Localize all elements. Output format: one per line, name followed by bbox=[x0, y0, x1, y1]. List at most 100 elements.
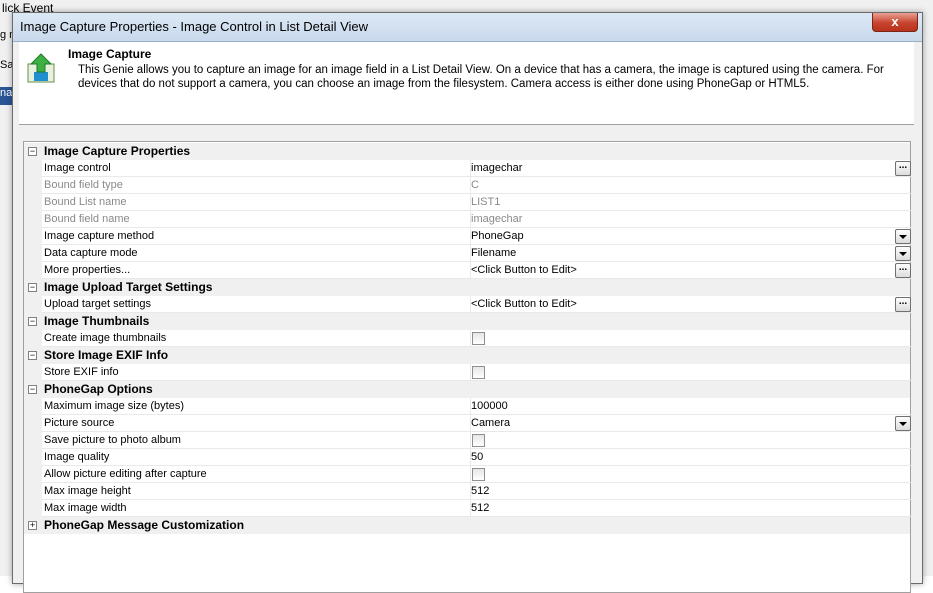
genie-upload-icon bbox=[27, 53, 55, 83]
property-row[interactable]: Max image height 512 bbox=[24, 483, 912, 500]
genie-header-panel: Image Capture This Genie allows you to c… bbox=[19, 42, 914, 125]
property-name: More properties... bbox=[42, 262, 471, 279]
genie-description: This Genie allows you to capture an imag… bbox=[78, 64, 884, 90]
dialog-titlebar[interactable]: Image Capture Properties - Image Control… bbox=[13, 13, 922, 42]
property-row-margin bbox=[24, 466, 42, 483]
property-name: Upload target settings bbox=[42, 296, 471, 313]
property-category[interactable]: − Image Thumbnails bbox=[24, 313, 910, 330]
property-name: Max image height bbox=[42, 483, 471, 500]
chevron-down-icon bbox=[899, 235, 907, 239]
property-checkbox[interactable] bbox=[472, 468, 485, 481]
property-value-text: 512 bbox=[471, 485, 490, 497]
collapse-toggle-icon[interactable]: − bbox=[28, 147, 37, 156]
property-value-text: imagechar bbox=[471, 213, 523, 225]
collapse-toggle-icon[interactable]: − bbox=[28, 317, 37, 326]
property-name: Allow picture editing after capture bbox=[42, 466, 471, 483]
property-value-text: <Click Button to Edit> bbox=[471, 264, 577, 276]
category-label: Store Image EXIF Info bbox=[44, 348, 169, 362]
property-category[interactable]: − Store Image EXIF Info bbox=[24, 347, 910, 364]
property-row-margin bbox=[24, 364, 42, 381]
property-value-text: 100000 bbox=[471, 400, 508, 412]
property-name: Data capture mode bbox=[42, 245, 471, 262]
expand-toggle-icon[interactable]: + bbox=[28, 521, 37, 530]
collapse-toggle-icon[interactable]: − bbox=[28, 283, 37, 292]
dropdown-arrow-button[interactable] bbox=[895, 229, 911, 244]
category-label: Image Upload Target Settings bbox=[44, 280, 213, 294]
property-value: imagechar bbox=[469, 211, 912, 228]
property-name: Maximum image size (bytes) bbox=[42, 398, 471, 415]
property-name: Image control bbox=[42, 160, 471, 177]
chevron-down-icon bbox=[899, 422, 907, 426]
category-label: Image Thumbnails bbox=[44, 314, 150, 328]
property-value[interactable] bbox=[469, 330, 912, 347]
property-value[interactable]: Filename bbox=[469, 245, 912, 262]
property-row[interactable]: Upload target settings <Click Button to E… bbox=[24, 296, 912, 313]
property-row[interactable]: Save picture to photo album bbox=[24, 432, 912, 449]
property-value[interactable]: <Click Button to Edit>... bbox=[469, 296, 912, 313]
property-row: Bound List name LIST1 bbox=[24, 194, 912, 211]
property-name: Image quality bbox=[42, 449, 471, 466]
property-row-margin bbox=[24, 194, 42, 211]
property-checkbox[interactable] bbox=[472, 332, 485, 345]
property-value[interactable]: 100000 bbox=[469, 398, 912, 415]
chevron-down-icon bbox=[899, 252, 907, 256]
property-row[interactable]: More properties... <Click Button to Edit>… bbox=[24, 262, 912, 279]
property-row[interactable]: Image control imagechar... bbox=[24, 160, 912, 177]
property-row[interactable]: Maximum image size (bytes) 100000 bbox=[24, 398, 912, 415]
property-checkbox[interactable] bbox=[472, 434, 485, 447]
property-row[interactable]: Data capture mode Filename bbox=[24, 245, 912, 262]
property-value: LIST1 bbox=[469, 194, 912, 211]
property-checkbox[interactable] bbox=[472, 366, 485, 379]
property-row-margin bbox=[24, 296, 42, 313]
property-row[interactable]: Max image width 512 bbox=[24, 500, 912, 517]
property-value[interactable]: 50 bbox=[469, 449, 912, 466]
ellipsis-button[interactable]: ... bbox=[895, 161, 911, 176]
dropdown-arrow-button[interactable] bbox=[895, 416, 911, 431]
property-row[interactable]: Create image thumbnails bbox=[24, 330, 912, 347]
property-row[interactable]: Image quality 50 bbox=[24, 449, 912, 466]
property-name: Save picture to photo album bbox=[42, 432, 471, 449]
property-row-margin bbox=[24, 330, 42, 347]
ellipsis-button[interactable]: ... bbox=[895, 263, 911, 278]
property-name: Max image width bbox=[42, 500, 471, 517]
property-row-margin bbox=[24, 228, 42, 245]
property-row[interactable]: Picture source Camera bbox=[24, 415, 912, 432]
property-row-margin bbox=[24, 262, 42, 279]
property-name: Create image thumbnails bbox=[42, 330, 471, 347]
ellipsis-button[interactable]: ... bbox=[895, 297, 911, 312]
property-category[interactable]: + PhoneGap Message Customization bbox=[24, 517, 910, 534]
property-value-text: <Click Button to Edit> bbox=[471, 298, 577, 310]
property-value[interactable]: 512 bbox=[469, 500, 912, 517]
property-value-text: Camera bbox=[471, 417, 511, 429]
property-category[interactable]: − Image Capture Properties bbox=[24, 143, 910, 160]
property-row[interactable]: Store EXIF info bbox=[24, 364, 912, 381]
property-category[interactable]: − Image Upload Target Settings bbox=[24, 279, 910, 296]
property-value-text: PhoneGap bbox=[471, 230, 524, 242]
property-name: Bound field name bbox=[42, 211, 471, 228]
close-button[interactable]: x bbox=[872, 13, 918, 32]
property-value[interactable]: 512 bbox=[469, 483, 912, 500]
dropdown-arrow-button[interactable] bbox=[895, 246, 911, 261]
property-value[interactable] bbox=[469, 432, 912, 449]
property-value-text: LIST1 bbox=[471, 196, 501, 208]
property-category[interactable]: − PhoneGap Options bbox=[24, 381, 910, 398]
property-row[interactable]: Allow picture editing after capture bbox=[24, 466, 912, 483]
property-value: C bbox=[469, 177, 912, 194]
property-row-margin bbox=[24, 177, 42, 194]
property-value[interactable]: PhoneGap bbox=[469, 228, 912, 245]
property-row[interactable]: Image capture method PhoneGap bbox=[24, 228, 912, 245]
category-label: PhoneGap Message Customization bbox=[44, 518, 245, 532]
collapse-toggle-icon[interactable]: − bbox=[28, 351, 37, 360]
dialog-title: Image Capture Properties - Image Control… bbox=[20, 19, 369, 34]
property-value[interactable] bbox=[469, 364, 912, 381]
property-row-margin bbox=[24, 245, 42, 262]
property-value[interactable]: Camera bbox=[469, 415, 912, 432]
collapse-toggle-icon[interactable]: − bbox=[28, 385, 37, 394]
property-value[interactable]: <Click Button to Edit>... bbox=[469, 262, 912, 279]
property-value[interactable] bbox=[469, 466, 912, 483]
property-value[interactable]: imagechar... bbox=[469, 160, 912, 177]
property-row-margin bbox=[24, 211, 42, 228]
property-value-text: Filename bbox=[471, 247, 517, 259]
property-row-margin bbox=[24, 415, 42, 432]
image-capture-dialog: Image Capture Properties - Image Control… bbox=[12, 12, 923, 593]
